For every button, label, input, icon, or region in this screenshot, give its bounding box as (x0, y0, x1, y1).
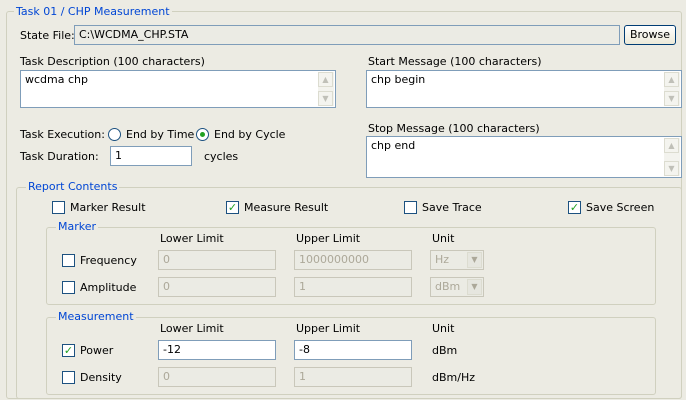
task-description-value: wcdma chp (25, 73, 88, 86)
density-upper-input[interactable]: 1 (294, 367, 412, 387)
marker-result-checkbox[interactable] (52, 201, 65, 214)
state-file-label: State File: (20, 29, 75, 42)
marker-lower-limit-header: Lower Limit (160, 232, 224, 245)
measure-result-checkbox[interactable]: ✓ (226, 201, 239, 214)
check-mark-icon: ✓ (569, 201, 580, 214)
measurement-group-title: Measurement (56, 310, 136, 323)
density-checkbox[interactable] (62, 371, 75, 384)
task-description-label: Task Description (100 characters) (20, 55, 205, 68)
measure-result-label[interactable]: Measure Result (244, 201, 328, 215)
frequency-lower-input[interactable]: 0 (158, 250, 276, 270)
amplitude-unit-select[interactable]: dBm ▼ (430, 277, 484, 297)
arrow-up-icon[interactable]: ▲ (664, 72, 679, 87)
arrow-up-icon[interactable]: ▲ (664, 138, 679, 153)
frequency-checkbox[interactable] (62, 254, 75, 267)
density-lower-input[interactable]: 0 (158, 367, 276, 387)
task-execution-label: Task Execution: (20, 128, 105, 141)
check-mark-icon: ✓ (63, 344, 74, 357)
start-message-textarea[interactable]: chp begin ▲ ▼ (366, 70, 682, 108)
start-message-value: chp begin (371, 73, 426, 86)
frequency-upper-input[interactable]: 1000000000 (294, 250, 412, 270)
end-by-cycle-label[interactable]: End by Cycle (214, 128, 285, 142)
stop-message-scrollbar[interactable]: ▲ ▼ (664, 138, 680, 176)
task-duration-input[interactable]: 1 (110, 146, 192, 166)
frequency-unit-select[interactable]: Hz ▼ (430, 250, 484, 270)
task-duration-label: Task Duration: (20, 150, 99, 163)
chevron-down-icon[interactable]: ▼ (467, 279, 482, 295)
task-group-title: Task 01 / CHP Measurement (14, 5, 172, 18)
chevron-down-icon[interactable]: ▼ (467, 252, 482, 268)
arrow-down-icon[interactable]: ▼ (318, 91, 333, 106)
task-description-scrollbar[interactable]: ▲ ▼ (318, 72, 334, 106)
browse-button[interactable]: Browse (624, 25, 676, 45)
power-unit: dBm (432, 344, 458, 357)
power-checkbox[interactable]: ✓ (62, 344, 75, 357)
amplitude-checkbox[interactable] (62, 281, 75, 294)
measurement-upper-limit-header: Upper Limit (296, 322, 361, 335)
check-mark-icon: ✓ (227, 201, 238, 214)
stop-message-value: chp end (371, 139, 416, 152)
save-trace-checkbox[interactable] (404, 201, 417, 214)
end-by-cycle-radio[interactable] (196, 128, 209, 141)
save-trace-label[interactable]: Save Trace (422, 201, 482, 215)
start-message-scrollbar[interactable]: ▲ ▼ (664, 72, 680, 106)
arrow-up-icon[interactable]: ▲ (318, 72, 333, 87)
density-unit: dBm/Hz (432, 371, 475, 384)
measurement-lower-limit-header: Lower Limit (160, 322, 224, 335)
frequency-unit-value: Hz (435, 253, 450, 266)
save-screen-checkbox[interactable]: ✓ (568, 201, 581, 214)
density-label[interactable]: Density (80, 371, 122, 385)
marker-result-label[interactable]: Marker Result (70, 201, 146, 215)
stop-message-label: Stop Message (100 characters) (368, 122, 540, 135)
power-upper-input[interactable]: -8 (294, 340, 412, 360)
marker-upper-limit-header: Upper Limit (296, 232, 361, 245)
power-label[interactable]: Power (80, 344, 113, 358)
end-by-time-label[interactable]: End by Time (126, 128, 194, 142)
end-by-time-radio[interactable] (108, 128, 121, 141)
marker-unit-header: Unit (432, 232, 455, 245)
radio-selected-dot (200, 132, 205, 137)
arrow-down-icon[interactable]: ▼ (664, 161, 679, 176)
amplitude-unit-value: dBm (435, 280, 461, 293)
save-screen-label[interactable]: Save Screen (586, 201, 654, 215)
stop-message-textarea[interactable]: chp end ▲ ▼ (366, 136, 682, 178)
state-file-field[interactable]: C:\WCDMA_CHP.STA (74, 25, 620, 45)
arrow-down-icon[interactable]: ▼ (664, 91, 679, 106)
task-duration-unit: cycles (204, 150, 239, 163)
amplitude-lower-input[interactable]: 0 (158, 277, 276, 297)
task-description-textarea[interactable]: wcdma chp ▲ ▼ (20, 70, 336, 108)
amplitude-upper-input[interactable]: 1 (294, 277, 412, 297)
start-message-label: Start Message (100 characters) (368, 55, 542, 68)
frequency-label[interactable]: Frequency (80, 254, 137, 268)
report-contents-title: Report Contents (26, 180, 120, 193)
marker-group-title: Marker (56, 220, 99, 233)
amplitude-label[interactable]: Amplitude (80, 281, 136, 295)
measurement-unit-header: Unit (432, 322, 455, 335)
power-lower-input[interactable]: -12 (158, 340, 276, 360)
